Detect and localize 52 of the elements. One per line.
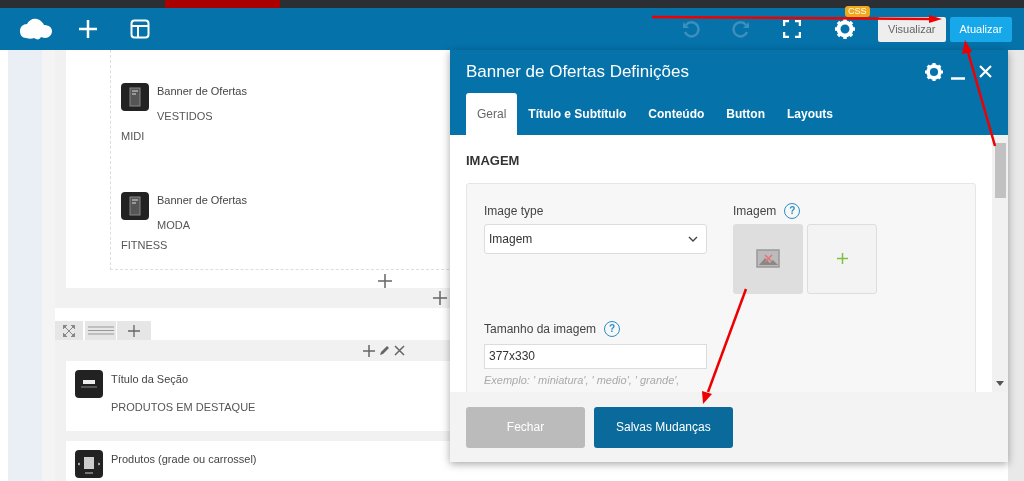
close-icon[interactable] <box>394 345 405 357</box>
widget-title: Título da Seção <box>111 372 190 387</box>
widget-icon <box>75 370 103 398</box>
pencil-icon[interactable] <box>379 345 390 357</box>
scroll-down-icon[interactable] <box>996 381 1004 386</box>
lines-icon <box>87 326 114 336</box>
tab[interactable]: Conteúdo <box>637 93 716 135</box>
widget-text: VESTIDOS <box>157 109 214 124</box>
widget-text: MODA <box>157 218 191 233</box>
tab[interactable]: Button <box>715 93 776 135</box>
add-icon <box>128 324 140 337</box>
field-label: Image type <box>484 202 545 220</box>
preview-button[interactable]: Visualizar <box>878 16 946 42</box>
update-button[interactable]: Atualizar <box>949 16 1013 42</box>
fullscreen-icon[interactable] <box>783 20 801 38</box>
tab[interactable]: Título e Subtítulo <box>517 93 638 135</box>
field-label: Tamanho da imagem <box>484 320 597 338</box>
css-badge: CSS <box>845 6 870 17</box>
select-value: Imagem <box>489 230 533 248</box>
save-button[interactable]: Salvas Mudanças <box>594 406 733 448</box>
modal-title: Banner de Ofertas Definições <box>466 60 689 83</box>
add-icon[interactable] <box>378 274 392 288</box>
expand-button[interactable] <box>55 321 83 341</box>
widget-title: Banner de Ofertas <box>157 84 247 99</box>
tab[interactable]: Layouts <box>776 93 844 135</box>
expand-icon <box>63 324 75 337</box>
image-size-field[interactable]: 377x330 <box>484 343 707 369</box>
chevron-down-icon <box>688 235 698 242</box>
add-icon <box>836 253 848 264</box>
add-icon[interactable] <box>433 290 447 305</box>
field-label: Imagem <box>733 202 777 220</box>
widget-title: Banner de Ofertas <box>157 193 247 208</box>
broken-image-icon <box>756 249 780 268</box>
layout-icon[interactable] <box>130 19 150 39</box>
cloud-logo-icon[interactable] <box>20 18 52 40</box>
widget-icon <box>121 192 149 220</box>
section-heading: IMAGEM <box>466 152 521 170</box>
settings-icon[interactable] <box>835 19 855 39</box>
widget-title: Produtos (grade ou carrossel) <box>111 452 257 467</box>
field-hint: Exemplo: ' miniatura', ' medio', ' grande', <box>484 372 681 388</box>
image-type-select[interactable]: Imagem <box>484 223 707 254</box>
widget-icon <box>121 83 149 111</box>
settings-icon[interactable] <box>925 62 943 81</box>
add-icon[interactable] <box>363 344 375 357</box>
image-thumbnail[interactable] <box>733 223 803 294</box>
add-button[interactable] <box>117 321 151 341</box>
widget-text: PRODUTOS EM DESTAQUE <box>111 399 256 415</box>
widget-text: MIDI <box>121 128 145 144</box>
tab[interactable]: Geral <box>466 93 518 135</box>
widget-icon <box>75 450 103 478</box>
scrollbar-thumb[interactable] <box>995 143 1006 198</box>
widget-text: FITNESS <box>121 237 168 253</box>
